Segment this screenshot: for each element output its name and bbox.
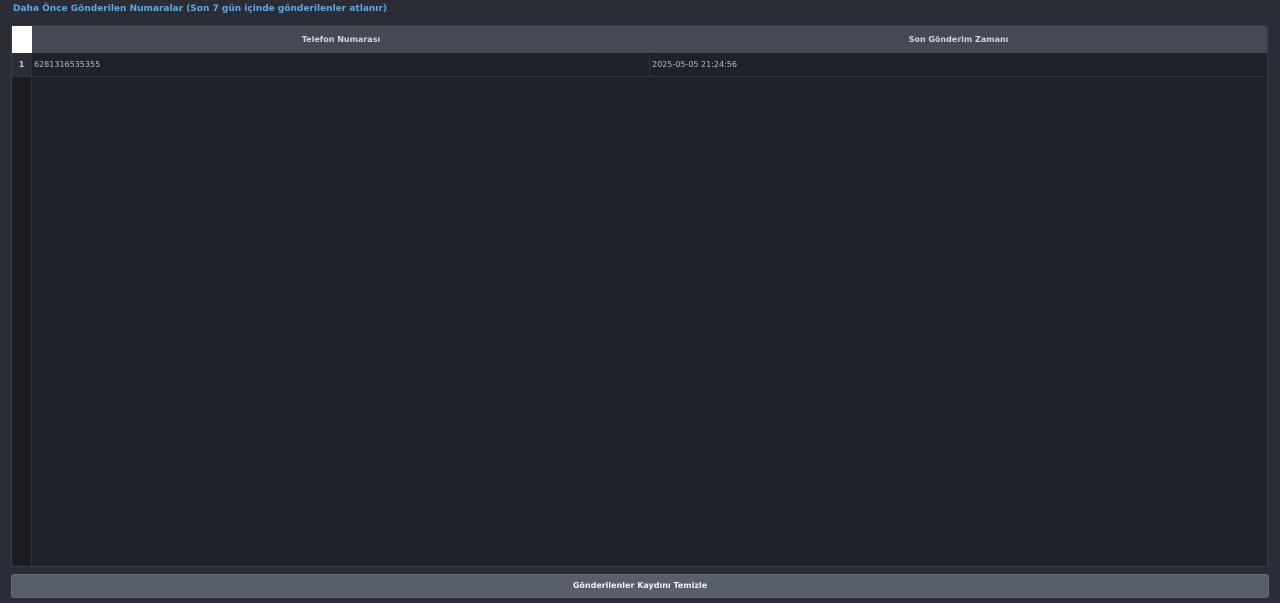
row-header-1[interactable]: 1 [12, 53, 31, 77]
cell-last-sent[interactable]: 2025-05-05 21:24:56 [650, 53, 1267, 76]
row-header-column [12, 53, 32, 566]
sent-numbers-panel: Daha Önce Gönderilen Numaralar (Son 7 gü… [0, 0, 1280, 603]
column-header-phone[interactable]: Telefon Numarası [32, 26, 650, 53]
group-title: Daha Önce Gönderilen Numaralar (Son 7 gü… [13, 4, 387, 14]
table-row[interactable]: 6281316535355 2025-05-05 21:24:56 [32, 53, 1267, 77]
sent-numbers-table[interactable]: Telefon Numarası Son Gönderim Zamanı 1 6… [11, 25, 1268, 567]
cell-phone[interactable]: 6281316535355 [32, 53, 650, 76]
clear-sent-log-button[interactable]: Gönderilenler Kaydını Temizle [11, 574, 1269, 598]
column-header-last-sent[interactable]: Son Gönderim Zamanı [650, 26, 1267, 53]
table-corner-button[interactable] [12, 26, 32, 53]
table-header: Telefon Numarası Son Gönderim Zamanı [32, 26, 1267, 53]
